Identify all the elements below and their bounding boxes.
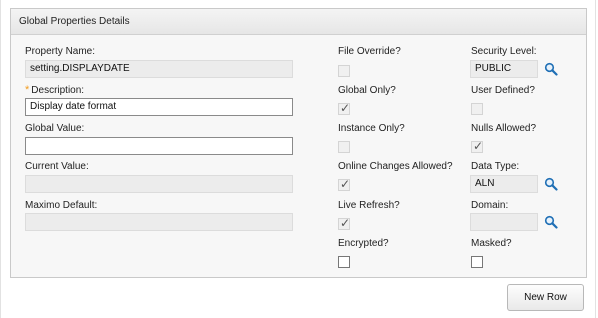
online-changes-label: Online Changes Allowed? xyxy=(338,161,453,172)
maximo-default-field[interactable] xyxy=(25,213,293,231)
masked-label: Masked? xyxy=(471,238,512,249)
new-row-button[interactable]: New Row xyxy=(507,284,584,311)
data-type-field[interactable]: ALN xyxy=(470,175,538,193)
global-value-label: Global Value: xyxy=(25,123,85,134)
domain-label: Domain: xyxy=(471,200,509,211)
current-value-field[interactable] xyxy=(25,175,293,193)
security-level-field[interactable]: PUBLIC xyxy=(470,60,538,78)
magnifier-icon[interactable] xyxy=(544,215,558,229)
instance-only-label: Instance Only? xyxy=(338,123,405,134)
masked-checkbox[interactable] xyxy=(471,256,483,268)
checkmark-icon: ✓ xyxy=(340,101,351,115)
global-only-checkbox[interactable]: ✓ xyxy=(338,101,351,115)
nulls-allowed-label: Nulls Allowed? xyxy=(471,123,537,134)
data-type-label: Data Type: xyxy=(471,161,520,172)
encrypted-label: Encrypted? xyxy=(338,238,389,249)
magnifier-icon[interactable] xyxy=(544,62,558,76)
user-defined-label: User Defined? xyxy=(471,85,535,96)
global-properties-panel: Global Properties Details Property Name:… xyxy=(10,8,587,278)
description-label-row: * Description: xyxy=(25,84,84,96)
global-value-field[interactable] xyxy=(25,137,293,155)
description-label: Description: xyxy=(31,85,85,96)
property-name-field[interactable]: setting.DISPLAYDATE xyxy=(25,60,293,78)
online-changes-checkbox[interactable]: ✓ xyxy=(338,177,351,191)
checkmark-icon: ✓ xyxy=(473,139,484,153)
checkmark-icon: ✓ xyxy=(340,216,351,230)
global-only-label: Global Only? xyxy=(338,85,396,96)
file-override-label: File Override? xyxy=(338,46,401,57)
required-icon: * xyxy=(25,84,30,96)
file-override-checkbox[interactable] xyxy=(338,65,350,77)
panel-title: Global Properties Details xyxy=(11,9,586,35)
maximo-default-label: Maximo Default: xyxy=(25,200,98,211)
user-defined-checkbox[interactable] xyxy=(471,103,483,115)
domain-field[interactable] xyxy=(470,213,538,231)
security-level-label: Security Level: xyxy=(471,46,537,57)
description-field[interactable]: Display date format xyxy=(25,98,293,116)
property-name-label: Property Name: xyxy=(25,46,96,57)
live-refresh-label: Live Refresh? xyxy=(338,200,400,211)
nulls-allowed-checkbox[interactable]: ✓ xyxy=(471,139,484,153)
checkmark-icon: ✓ xyxy=(340,177,351,191)
live-refresh-checkbox[interactable]: ✓ xyxy=(338,216,351,230)
encrypted-checkbox[interactable] xyxy=(338,256,350,268)
magnifier-icon[interactable] xyxy=(544,177,558,191)
current-value-label: Current Value: xyxy=(25,161,89,172)
instance-only-checkbox[interactable] xyxy=(338,141,350,153)
